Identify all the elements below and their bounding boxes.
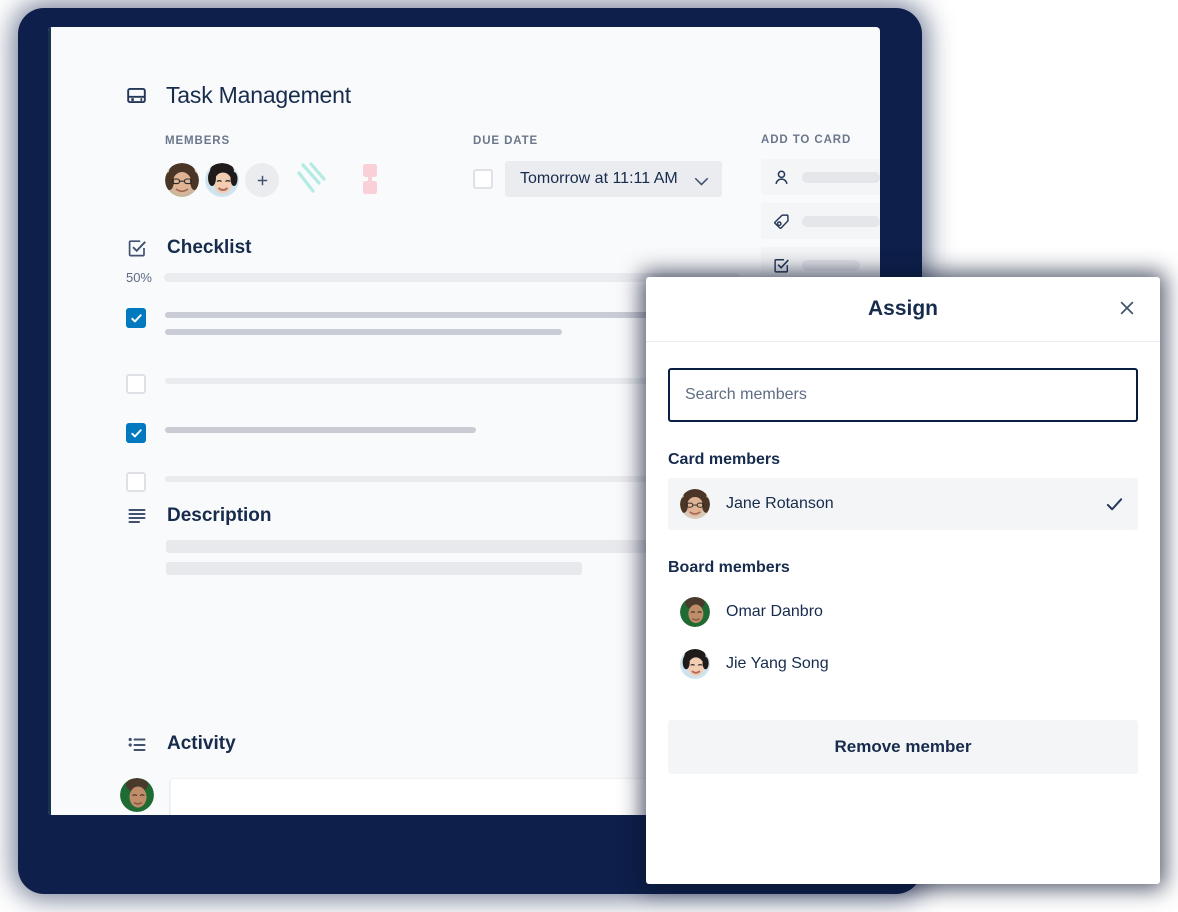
- member-row[interactable]: Omar Danbro: [668, 586, 1138, 638]
- remove-member-button[interactable]: Remove member: [668, 720, 1138, 774]
- placeholder-line: [166, 562, 583, 575]
- members-label: MEMBERS: [165, 135, 231, 147]
- board-members-heading: Board members: [668, 559, 790, 576]
- member-name: Omar Danbro: [726, 603, 823, 620]
- members-section: MEMBERS: [165, 135, 385, 199]
- members-avatar-group: [165, 161, 385, 199]
- assign-dialog-header: Assign: [646, 277, 1160, 342]
- placeholder-line: [165, 329, 563, 335]
- search-input[interactable]: [668, 368, 1138, 422]
- assign-dialog-title: Assign: [867, 297, 938, 320]
- avatar: [680, 489, 710, 519]
- chevron-down-icon: [694, 175, 709, 186]
- activity-header: Activity: [127, 733, 236, 755]
- avatar: [120, 778, 154, 812]
- add-to-card-members-row[interactable]: [761, 159, 880, 195]
- teal-stripes-icon: [297, 161, 327, 199]
- avatar[interactable]: [205, 163, 239, 197]
- avatar: [680, 597, 710, 627]
- card-members-heading: Card members: [668, 451, 781, 468]
- due-date-checkbox[interactable]: [473, 169, 493, 189]
- check-icon: [1105, 495, 1124, 514]
- add-to-card-label: ADD TO CARD: [761, 134, 852, 146]
- avatar[interactable]: [165, 163, 199, 197]
- checklist-item-checkbox-checked[interactable]: [126, 423, 146, 443]
- checklist-item-checkbox-checked[interactable]: [126, 308, 146, 328]
- due-date-label: DUE DATE: [473, 135, 539, 147]
- placeholder-bar: [802, 259, 860, 271]
- due-date-control: Tomorrow at 11:11 AM: [473, 161, 722, 197]
- activity-list-icon: [127, 734, 147, 754]
- avatar: [680, 649, 710, 679]
- progress-label: 50%: [125, 270, 152, 285]
- card-left-rail: [48, 27, 51, 815]
- description-header: Description: [127, 505, 272, 527]
- board-icon: [126, 85, 147, 106]
- member-name: Jane Rotanson: [726, 495, 834, 512]
- pink-figure-icon: [355, 161, 385, 199]
- checkbox-icon: [773, 257, 790, 274]
- placeholder-line: [165, 427, 477, 433]
- assign-dialog: Assign Card members Jane Rotanson Board …: [646, 277, 1160, 884]
- placeholder-bar: [802, 215, 880, 227]
- checklist-header: Checklist: [127, 237, 251, 259]
- checkbox-icon: [127, 238, 147, 258]
- placeholder-line: [165, 378, 649, 384]
- add-member-button[interactable]: [245, 163, 279, 197]
- member-row[interactable]: Jie Yang Song: [668, 638, 1138, 690]
- placeholder-line: [165, 476, 649, 482]
- member-row[interactable]: Jane Rotanson: [668, 478, 1138, 530]
- checklist-title: Checklist: [167, 237, 252, 258]
- placeholder-bar: [802, 171, 880, 183]
- screenshot-root: Task Management MEMBERS DUE DATE Tomorro…: [0, 0, 1178, 912]
- board-members-list: Omar Danbro Jie Yang Song: [668, 586, 1138, 690]
- person-icon: [773, 169, 790, 186]
- due-date-button[interactable]: Tomorrow at 11:11 AM: [505, 161, 722, 197]
- description-lines-icon: [127, 506, 147, 526]
- add-to-card-labels-row[interactable]: [761, 203, 880, 239]
- add-to-card-section: ADD TO CARD: [761, 134, 880, 283]
- checklist-item-checkbox[interactable]: [126, 472, 146, 492]
- assign-dialog-body: Card members Jane Rotanson Board members…: [646, 342, 1160, 774]
- member-name: Jie Yang Song: [726, 655, 829, 672]
- description-title: Description: [167, 505, 272, 526]
- page-title: Task Management: [166, 82, 351, 108]
- close-icon: [1118, 299, 1136, 320]
- add-to-card-list: [761, 159, 880, 283]
- close-button[interactable]: [1114, 296, 1140, 322]
- card-header: Task Management: [126, 82, 351, 109]
- due-date-section: DUE DATE Tomorrow at 11:11 AM: [473, 135, 722, 197]
- activity-title: Activity: [167, 733, 236, 754]
- checklist-item-checkbox[interactable]: [126, 374, 146, 394]
- card-members-list: Jane Rotanson: [668, 478, 1138, 530]
- due-date-value: Tomorrow at 11:11 AM: [520, 170, 678, 187]
- tag-icon: [773, 213, 790, 230]
